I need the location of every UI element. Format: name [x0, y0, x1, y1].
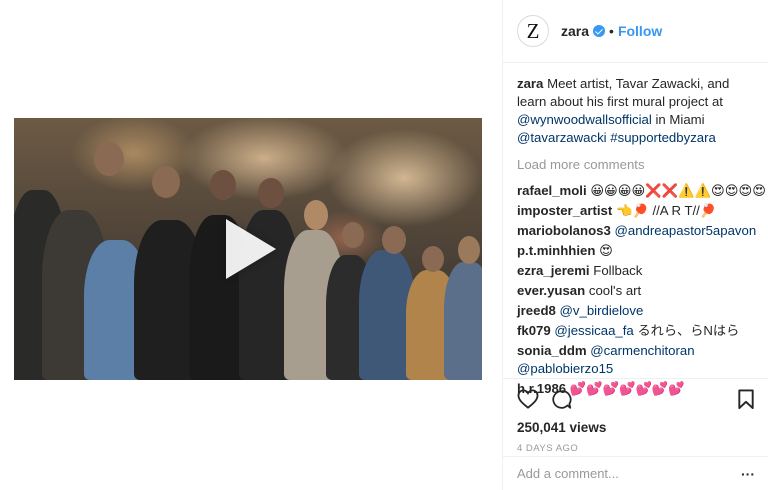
action-icons — [517, 387, 755, 415]
comment-mention[interactable]: @andreapastor5apavon — [614, 223, 756, 238]
username-link[interactable]: zara — [561, 23, 589, 39]
comment-text: Follback — [593, 263, 643, 278]
comment-icon[interactable] — [551, 389, 572, 415]
comment-row: imposter_artist 👈🏓 //A R T//🏓 — [517, 202, 755, 220]
video-frame-head — [342, 222, 364, 248]
comment-username[interactable]: p.t.minhhien — [517, 243, 595, 258]
comment-username[interactable]: sonia_ddm — [517, 343, 587, 358]
comment-row: jreed8 @v_birdielove — [517, 302, 755, 320]
add-comment-input[interactable] — [517, 466, 717, 481]
comment-mention[interactable]: @jessicaa_fa — [554, 323, 633, 338]
caption-mention[interactable]: @tavarzawacki — [517, 130, 607, 145]
bookmark-icon[interactable] — [737, 389, 755, 415]
comment-username[interactable]: imposter_artist — [517, 203, 612, 218]
post-caption: zara Meet artist, Tavar Zawacki, and lea… — [517, 75, 755, 147]
comment-row: fk079 @jessicaa_fa るれら、らNはら — [517, 322, 755, 340]
post-timestamp[interactable]: 4 DAYS AGO — [517, 443, 755, 454]
comment-username[interactable]: fk079 — [517, 323, 551, 338]
caption-text: Meet artist, Tavar Zawacki, and learn ab… — [517, 76, 730, 109]
comment-text: るれら、らNはら — [637, 323, 740, 338]
caption-hashtag[interactable]: #supportedbyzara — [610, 130, 716, 145]
video-frame-head — [422, 246, 444, 272]
comment-username[interactable]: ezra_jeremi — [517, 263, 590, 278]
comment-username[interactable]: mariobolanos3 — [517, 223, 611, 238]
load-more-comments-button[interactable]: Load more comments — [517, 156, 755, 174]
comment-row: p.t.minhhien 😍 — [517, 242, 755, 260]
caption-mention[interactable]: @wynwoodwallsofficial — [517, 112, 652, 127]
more-options-icon[interactable]: ··· — [741, 466, 755, 482]
video-frame-head — [152, 166, 180, 198]
add-comment-bar: ··· — [503, 456, 768, 490]
comment-row: ever.yusan cool's art — [517, 282, 755, 300]
comments-list: zara Meet artist, Tavar Zawacki, and lea… — [503, 63, 768, 396]
follow-button[interactable]: Follow — [618, 23, 662, 39]
comment-text: 😀😀😀😀❌❌⚠️⚠️😍😍😍😍 — [590, 183, 766, 198]
post-header: Z zara • Follow — [503, 0, 768, 63]
post-sidebar: Z zara • Follow zara Meet artist, Tavar … — [502, 0, 768, 490]
comment-row: mariobolanos3 @andreapastor5apavon — [517, 222, 756, 240]
video-frame-person — [444, 262, 482, 380]
view-count[interactable]: 250,041 views — [517, 420, 755, 435]
comment-text: cool's art — [588, 283, 642, 298]
comment-username[interactable]: rafael_moli — [517, 183, 587, 198]
video-frame-head — [258, 178, 284, 208]
post-actions: 250,041 views 4 DAYS AGO — [503, 378, 768, 454]
comment-row: ezra_jeremi Follback — [517, 262, 755, 280]
comment-username[interactable]: jreed8 — [517, 303, 556, 318]
comment-row: sonia_ddm @carmenchitoran @pablobierzo15 — [517, 342, 755, 378]
comment-mention[interactable]: @carmenchitoran — [590, 343, 694, 358]
video-player[interactable] — [14, 118, 482, 380]
video-frame-head — [382, 226, 406, 254]
heart-icon[interactable] — [517, 389, 539, 414]
video-frame-head — [458, 236, 480, 264]
video-frame-head — [210, 170, 236, 200]
caption-username[interactable]: zara — [517, 76, 543, 91]
follow-separator: • — [609, 23, 614, 39]
comment-mention[interactable]: @pablobierzo15 — [517, 361, 613, 376]
comment-mention[interactable]: @v_birdielove — [560, 303, 644, 318]
comment-text: 😍 — [599, 243, 613, 258]
play-button[interactable] — [214, 213, 284, 285]
comment-row: rafael_moli 😀😀😀😀❌❌⚠️⚠️😍😍😍😍 — [517, 182, 766, 200]
verified-badge-icon — [593, 25, 606, 37]
post-media — [0, 0, 502, 490]
comment-text: 👈🏓 //A R T//🏓 — [615, 203, 717, 218]
comment-username[interactable]: ever.yusan — [517, 283, 585, 298]
video-frame-head — [94, 142, 124, 176]
video-frame-head — [304, 200, 328, 230]
caption-text: in Miami — [655, 112, 705, 127]
avatar[interactable]: Z — [517, 15, 549, 47]
